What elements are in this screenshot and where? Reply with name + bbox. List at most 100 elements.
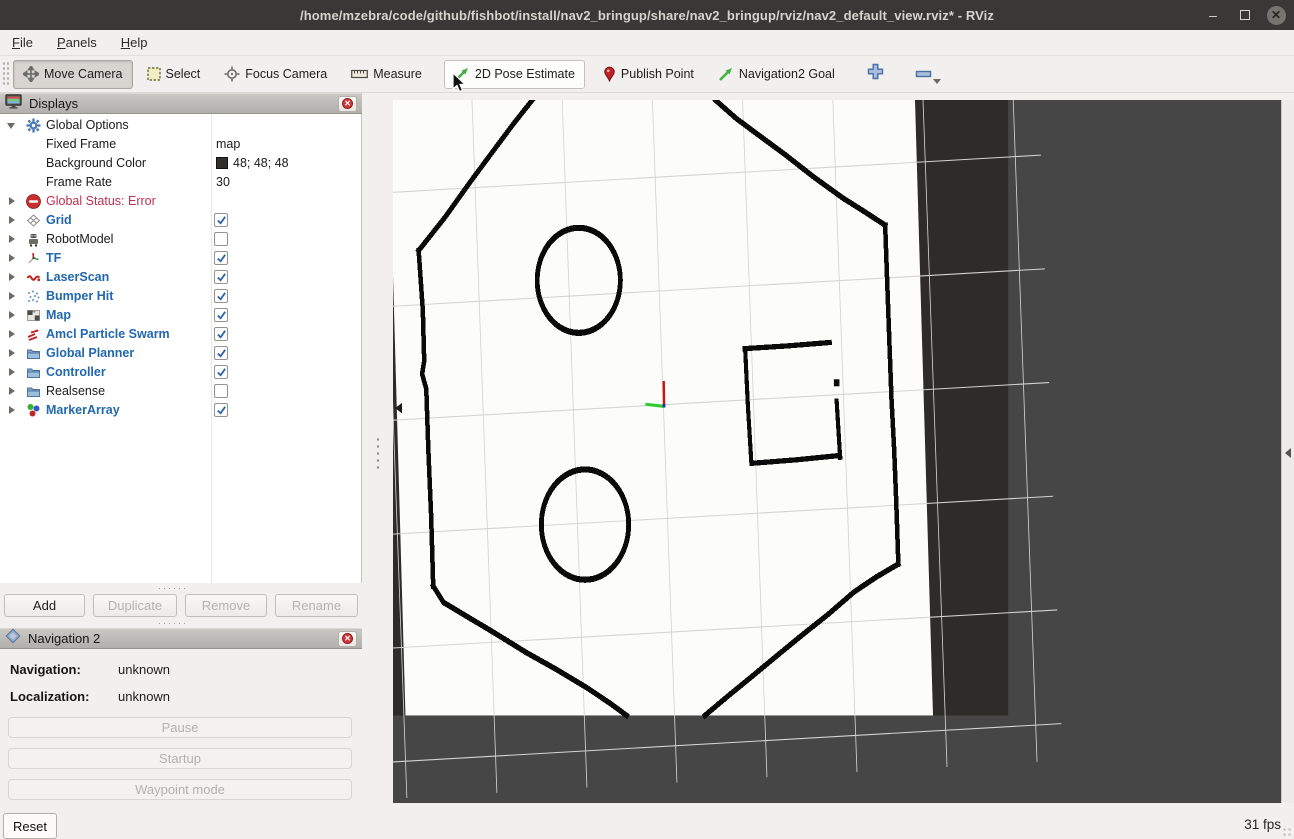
expander-right-icon[interactable] [9,197,15,205]
displays-panel-header[interactable]: Displays ✕ [0,93,362,114]
left-splitter-handle[interactable] [375,436,381,470]
markerarray-checkbox[interactable] [214,403,228,417]
marker-array-icon [26,403,41,418]
tree-row-fixed-frame[interactable]: Fixed Frame map [0,135,362,154]
amcl-checkbox[interactable] [214,327,228,341]
fixed-frame-value[interactable]: map [216,137,240,151]
select-icon [147,67,161,81]
expander-down-icon[interactable] [7,123,15,129]
minimize-button[interactable]: – [1198,0,1228,30]
navigation2-panel-header[interactable]: Navigation 2 ✕ [0,628,362,649]
tree-row-amcl-particle-swarm[interactable]: Amcl Particle Swarm [0,325,362,344]
tree-row-markerarray[interactable]: MarkerArray [0,401,362,420]
expander-right-icon[interactable] [9,311,15,319]
navigation-status-value: unknown [118,662,170,677]
menu-bar: File Panels Help [0,30,1294,56]
startup-button[interactable]: Startup [8,748,352,769]
tree-row-realsense[interactable]: Realsense [0,382,362,401]
grid-icon [26,213,41,228]
add-button[interactable]: Add [4,594,85,617]
tree-row-bumper-hit[interactable]: Bumper Hit [0,287,362,306]
tf-checkbox[interactable] [214,251,228,265]
displays-close-button[interactable]: ✕ [338,96,357,112]
tree-row-global-options[interactable]: Global Options [0,116,362,135]
move-camera-icon [23,66,39,82]
tool-select[interactable]: Select [137,60,211,89]
measure-icon [351,68,368,80]
right-panel-gutter[interactable] [1281,100,1294,803]
expander-right-icon[interactable] [9,216,15,224]
expander-right-icon[interactable] [9,273,15,281]
reset-button[interactable]: Reset [3,813,57,839]
expander-right-icon[interactable] [9,406,15,414]
close-window-button[interactable]: ✕ [1262,0,1290,30]
global-planner-checkbox[interactable] [214,346,228,360]
maximize-button[interactable] [1230,0,1260,30]
axis-origin-dot [663,404,666,408]
status-bar: Reset 31 fps [0,803,1294,839]
panel-splitter-handle[interactable]: ······ [158,618,188,628]
realsense-checkbox[interactable] [214,384,228,398]
color-swatch [216,157,228,169]
title-bar: /home/mzebra/code/github/fishbot/install… [0,0,1294,30]
tree-row-grid[interactable]: Grid [0,211,362,230]
expander-right-icon[interactable] [9,292,15,300]
resize-grip[interactable] [1282,827,1292,837]
tree-row-global-planner[interactable]: Global Planner [0,344,362,363]
tool-navigation2-goal[interactable]: Navigation2 Goal [708,60,845,89]
focus-camera-icon [224,66,240,82]
tool-move-camera[interactable]: Move Camera [13,60,133,89]
displays-tree: Global Options Fixed Frame map Backgroun… [0,114,362,583]
controller-checkbox[interactable] [214,365,228,379]
expander-right-icon[interactable] [9,387,15,395]
particle-swarm-icon [26,327,41,342]
expander-right-icon[interactable] [9,349,15,357]
panel-splitter-handle[interactable]: ······ [158,583,188,593]
tree-row-robotmodel[interactable]: RobotModel [0,230,362,249]
tree-row-global-status[interactable]: Global Status: Error [0,192,362,211]
navigation2-panel-title: Navigation 2 [28,631,338,646]
tree-row-tf[interactable]: TF [0,249,362,268]
tree-row-background-color[interactable]: Background Color 48; 48; 48 [0,154,362,173]
frame-rate-value[interactable]: 30 [216,175,230,189]
robotmodel-checkbox[interactable] [214,232,228,246]
grid-checkbox[interactable] [214,213,228,227]
laserscan-checkbox[interactable] [214,270,228,284]
remove-tool-button[interactable] [909,60,939,89]
collapse-right-panel-arrow-icon[interactable] [1285,448,1291,458]
robot-icon [26,232,41,247]
tool-publish-point[interactable]: Publish Point [593,60,704,89]
add-tool-button[interactable] [861,60,891,89]
3d-viewport[interactable] [393,100,1281,803]
toolbar: Move Camera Select Focus Camera Measure [0,56,1294,93]
navigation-status-label: Navigation: [10,662,81,677]
duplicate-button[interactable]: Duplicate [93,594,177,617]
publish-point-pin-icon [603,66,616,82]
axis-y-green [645,404,664,406]
navigation2-close-button[interactable]: ✕ [338,631,357,647]
tree-row-frame-rate[interactable]: Frame Rate 30 [0,173,362,192]
tree-row-controller[interactable]: Controller [0,363,362,382]
map-free-space [393,100,1009,715]
bumper-hit-checkbox[interactable] [214,289,228,303]
expander-right-icon[interactable] [9,254,15,262]
background-color-value[interactable]: 48; 48; 48 [216,156,289,170]
expander-right-icon[interactable] [9,330,15,338]
expander-right-icon[interactable] [9,235,15,243]
tool-measure[interactable]: Measure [341,60,432,89]
tool-focus-camera[interactable]: Focus Camera [214,60,337,89]
expander-right-icon[interactable] [9,368,15,376]
waypoint-mode-button[interactable]: Waypoint mode [8,779,352,800]
map-checkbox[interactable] [214,308,228,322]
pause-button[interactable]: Pause [8,717,352,738]
tree-row-laserscan[interactable]: LaserScan [0,268,362,287]
menu-help[interactable]: Help [109,30,160,56]
tree-row-map[interactable]: Map [0,306,362,325]
toolbar-drag-handle[interactable] [2,61,9,87]
menu-file[interactable]: File [0,30,45,56]
remove-button[interactable]: Remove [185,594,267,617]
minus-icon [915,65,932,83]
rename-button[interactable]: Rename [275,594,358,617]
tool-dropdown-caret-icon[interactable] [933,79,941,84]
menu-panels[interactable]: Panels [45,30,109,56]
